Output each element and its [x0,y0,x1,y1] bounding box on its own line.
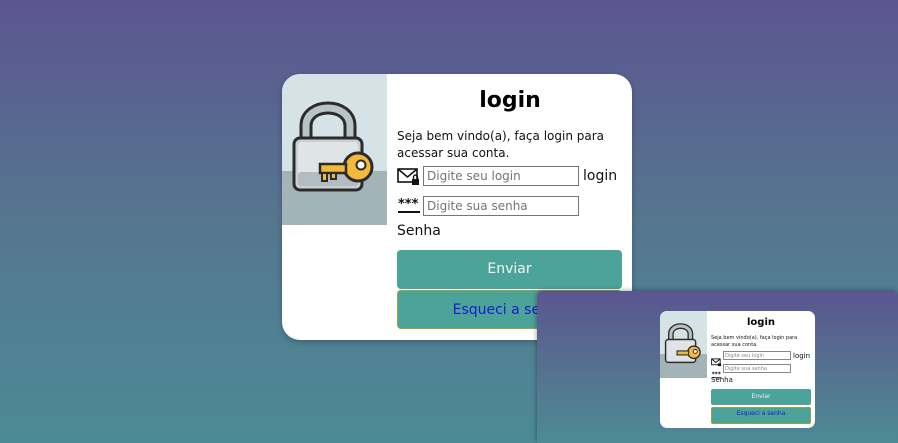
preview-forgot-password-button: Esqueci a senha [711,407,811,424]
svg-text:***: *** [398,197,419,212]
preview-password-input [723,364,791,373]
preview-welcome-text: Seja bem vindo(a), faça login para acess… [711,335,798,348]
padlock-illustration [282,74,387,225]
login-label: login [583,168,618,184]
password-dots-icon: *** [711,365,723,378]
submit-button[interactable]: Enviar [397,250,622,289]
envelope-lock-icon [397,167,423,185]
preview-padlock-illustration [660,311,707,378]
preview-window[interactable]: login Seja bem vindo(a), faça login para… [537,291,898,443]
password-row: *** [397,196,579,216]
preview-login-row: login [711,351,811,366]
envelope-lock-icon [711,352,723,366]
preview-password-label: Senha [711,376,733,384]
preview-submit-button: Enviar [711,389,811,405]
preview-password-row: *** [711,364,791,378]
padlock-with-key-icon [292,101,374,192]
password-input[interactable] [423,196,579,216]
page-title: login [479,88,541,113]
welcome-text: Seja bem vindo(a), faça login para acess… [397,129,604,160]
preview-login-input [723,351,791,360]
password-dots-icon: *** [397,197,423,215]
preview-title: login [746,317,775,328]
password-label: Senha [397,223,441,239]
padlock-with-key-icon [664,323,701,364]
preview-login-card: login Seja bem vindo(a), faça login para… [660,311,815,428]
preview-login-label: login [793,351,811,360]
login-row: login [397,166,617,186]
login-input[interactable] [423,166,579,186]
